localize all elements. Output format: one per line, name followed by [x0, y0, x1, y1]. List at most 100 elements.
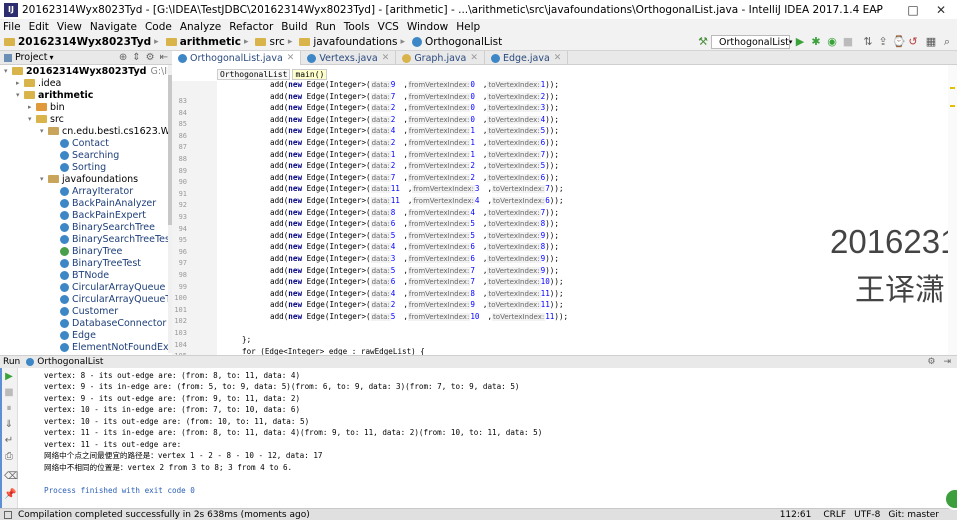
- tab-orthogonallist[interactable]: OrthogonalList.java ✕: [172, 51, 302, 65]
- tree-item[interactable]: ArrayIterator: [52, 185, 133, 197]
- hide-panel-icon[interactable]: ⇤: [160, 52, 168, 63]
- close-tab-icon[interactable]: ✕: [554, 53, 562, 63]
- hammer-build-icon[interactable]: ⚒: [697, 36, 709, 48]
- debug-icon[interactable]: ✱: [810, 36, 822, 48]
- editor-error-stripe[interactable]: [948, 65, 957, 355]
- tree-item[interactable]: BackPainAnalyzer: [52, 197, 156, 209]
- menu-code[interactable]: Code: [145, 21, 172, 33]
- warning-marker[interactable]: [950, 87, 955, 89]
- stop-icon[interactable]: ■: [842, 36, 854, 48]
- menu-window[interactable]: Window: [407, 21, 448, 33]
- tree-item[interactable]: ▸ bin: [28, 101, 65, 113]
- tree-item[interactable]: DatabaseConnector: [52, 317, 166, 329]
- caret-position[interactable]: 112:61: [780, 510, 812, 520]
- gear-icon[interactable]: ⚙: [927, 357, 935, 367]
- project-structure-icon[interactable]: ▦: [925, 36, 937, 48]
- tree-item[interactable]: BinarySearchTreeTest: [52, 233, 168, 245]
- run-icon[interactable]: ▶: [794, 36, 806, 48]
- close-tab-icon[interactable]: ✕: [382, 53, 390, 63]
- tree-item[interactable]: ▾ javafoundations: [40, 173, 138, 185]
- breadcrumb-package[interactable]: javafoundations: [299, 36, 397, 48]
- rerun-icon[interactable]: ▶: [4, 372, 14, 382]
- tree-item[interactable]: BinaryTreeTest: [52, 257, 141, 269]
- close-tab-icon[interactable]: ✕: [287, 53, 295, 63]
- scroll-to-end-icon[interactable]: ⇓: [4, 420, 14, 430]
- soft-wrap-icon[interactable]: ↵: [4, 436, 14, 446]
- tree-item[interactable]: CircularArrayQueue: [52, 281, 165, 293]
- tree-item[interactable]: ElementNotFoundExcep: [52, 341, 168, 353]
- menu-view[interactable]: View: [57, 21, 82, 33]
- tree-item[interactable]: ▾ src: [28, 113, 64, 125]
- line-separator[interactable]: CRLF: [823, 510, 846, 520]
- chevron-down-icon[interactable]: ▾: [40, 127, 48, 135]
- file-encoding[interactable]: UTF-8: [854, 510, 880, 520]
- chevron-down-icon[interactable]: ▾: [50, 53, 54, 62]
- stop-icon[interactable]: ■: [4, 388, 14, 398]
- close-tab-icon[interactable]: ✕: [470, 53, 478, 63]
- tree-item[interactable]: Customer: [52, 305, 118, 317]
- hide-panel-icon[interactable]: ⇥: [943, 357, 951, 367]
- breadcrumb-src[interactable]: src: [255, 36, 285, 48]
- menu-analyze[interactable]: Analyze: [180, 21, 221, 33]
- tree-item[interactable]: CircularArrayQueueTest: [52, 293, 168, 305]
- tree-item[interactable]: BinaryTree: [52, 245, 122, 257]
- warning-marker[interactable]: [950, 105, 955, 107]
- tree-item[interactable]: ▾ cn.edu.besti.cs1623.WYX2314: [40, 125, 168, 137]
- chevron-right-icon[interactable]: ▸: [28, 103, 36, 111]
- revert-icon[interactable]: ↺: [907, 36, 919, 48]
- tool-windows-icon[interactable]: [4, 510, 12, 519]
- tree-item[interactable]: Sorting: [52, 161, 106, 173]
- vcs-update-icon[interactable]: ⇅: [862, 36, 874, 48]
- tree-item[interactable]: ▸ .idea: [16, 77, 61, 89]
- menu-tools[interactable]: Tools: [344, 21, 370, 33]
- menu-run[interactable]: Run: [316, 21, 336, 33]
- menu-vcs[interactable]: VCS: [378, 21, 399, 33]
- breadcrumb-class[interactable]: OrthogonalList: [412, 36, 502, 48]
- run-config-dropdown[interactable]: OrthogonalList ▾: [711, 35, 792, 49]
- project-view-label[interactable]: Project: [15, 52, 48, 63]
- tree-item[interactable]: BTNode: [52, 269, 109, 281]
- code-editor[interactable]: OrthogonalList main() 83 84 85 86 87 88 89 90 91…: [172, 65, 957, 372]
- search-icon[interactable]: ⌕: [941, 36, 953, 48]
- menu-file[interactable]: File: [3, 21, 21, 33]
- chevron-down-icon[interactable]: ▾: [40, 175, 48, 183]
- run-console[interactable]: vertex: 8 - its out-edge are: (from: 8, …: [18, 368, 957, 508]
- print-icon[interactable]: ⎙: [4, 452, 14, 462]
- pin-icon[interactable]: 📌: [4, 490, 16, 500]
- breadcrumb-module[interactable]: arithmetic: [165, 36, 241, 48]
- tree-item[interactable]: ▾ arithmetic: [16, 89, 93, 101]
- menu-help[interactable]: Help: [456, 21, 480, 33]
- git-branch[interactable]: Git: master: [888, 510, 939, 520]
- tree-item[interactable]: ▾ 20162314Wyx8023TydG:\IDEA\TestJDt: [4, 65, 168, 77]
- gear-icon[interactable]: ⚙: [146, 52, 155, 63]
- tree-item[interactable]: BackPainExpert: [52, 209, 146, 221]
- tree-item[interactable]: BinarySearchTree: [52, 221, 155, 233]
- tree-item[interactable]: Contact: [52, 137, 109, 149]
- editor-crumb-method[interactable]: main(): [292, 69, 328, 80]
- close-button[interactable]: ✕: [921, 0, 957, 19]
- chevron-down-icon[interactable]: ▾: [28, 115, 36, 123]
- tab-vertexs[interactable]: Vertexs.java ✕: [301, 51, 397, 65]
- tab-graph[interactable]: Graph.java ✕: [396, 51, 485, 65]
- tab-edge[interactable]: Edge.java ✕: [485, 51, 569, 65]
- menu-build[interactable]: Build: [281, 21, 307, 33]
- chevron-right-icon[interactable]: ▸: [16, 79, 24, 87]
- collapse-all-icon[interactable]: ⇕: [132, 52, 140, 63]
- minimize-button[interactable]: –: [857, 0, 897, 19]
- chevron-down-icon[interactable]: ▾: [4, 67, 12, 75]
- vcs-commit-icon[interactable]: ⇪: [877, 36, 889, 48]
- menu-navigate[interactable]: Navigate: [90, 21, 137, 33]
- coverage-icon[interactable]: ◉: [826, 36, 838, 48]
- pause-icon[interactable]: ⏸: [4, 404, 14, 414]
- clear-icon[interactable]: ⌫: [4, 472, 18, 482]
- menu-refactor[interactable]: Refactor: [229, 21, 273, 33]
- chevron-down-icon[interactable]: ▾: [16, 91, 24, 99]
- vcs-history-icon[interactable]: ⌚: [892, 36, 906, 48]
- locate-icon[interactable]: ⊕: [119, 52, 127, 63]
- tree-item[interactable]: Searching: [52, 149, 119, 161]
- breadcrumb-project[interactable]: 20162314Wyx8023Tyd: [4, 36, 151, 48]
- editor-crumb-class[interactable]: OrthogonalList: [217, 69, 291, 80]
- menu-edit[interactable]: Edit: [29, 21, 49, 33]
- tree-item[interactable]: Edge: [52, 329, 96, 341]
- run-config-tab[interactable]: OrthogonalList: [37, 357, 103, 367]
